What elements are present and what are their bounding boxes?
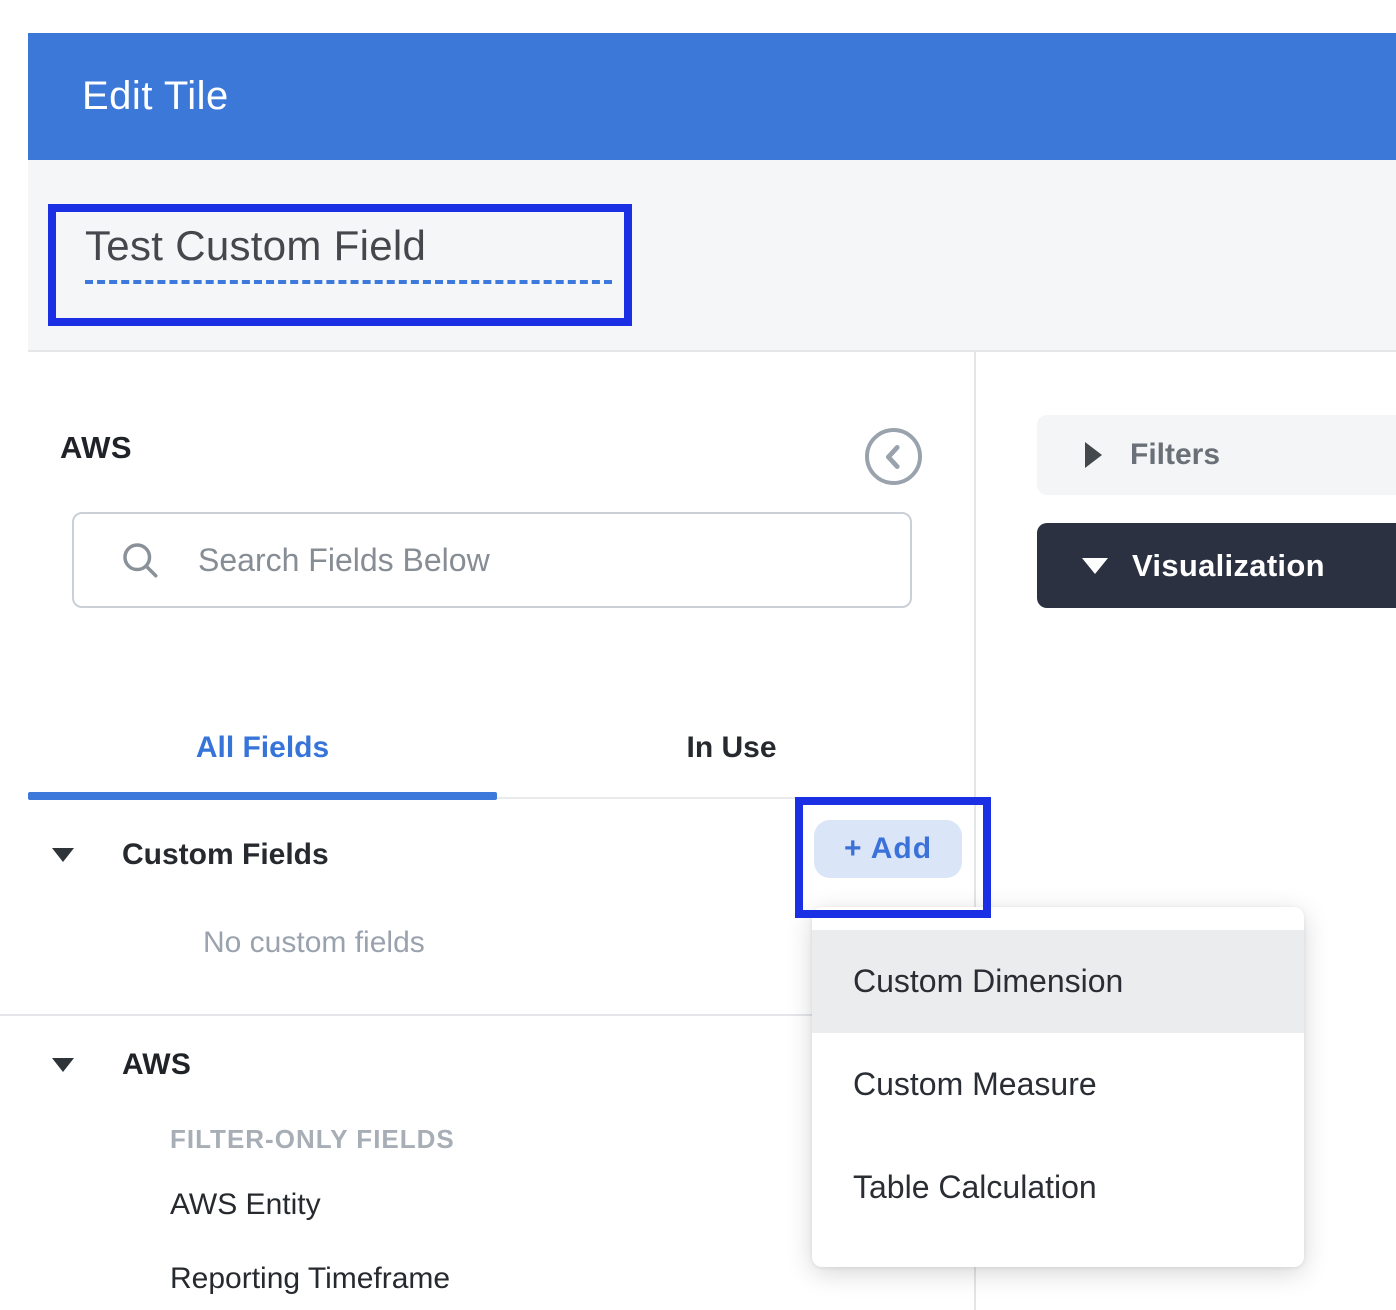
add-field-dropdown-menu: Custom Dimension Custom Measure Table Ca… — [812, 907, 1304, 1267]
caret-down-icon — [52, 848, 74, 862]
chevron-left-icon — [870, 433, 918, 481]
menu-item-custom-measure[interactable]: Custom Measure — [812, 1033, 1304, 1136]
field-search-box[interactable] — [72, 512, 912, 608]
edit-tile-dialog: Edit Tile Test Custom Field AWS All Fiel… — [0, 0, 1396, 1310]
tab-in-use[interactable]: In Use — [497, 700, 966, 796]
dialog-title: Edit Tile — [28, 74, 229, 119]
no-custom-fields-text: No custom fields — [203, 926, 425, 960]
tile-title-section: Test Custom Field — [28, 160, 1396, 352]
filters-section-bar[interactable]: Filters — [1037, 415, 1396, 495]
menu-item-custom-dimension[interactable]: Custom Dimension — [812, 930, 1304, 1033]
caret-down-icon — [52, 1058, 74, 1072]
search-input[interactable] — [198, 542, 898, 579]
custom-fields-section-header[interactable]: Custom Fields — [52, 838, 329, 872]
dialog-titlebar: Edit Tile — [28, 33, 1396, 160]
search-icon — [118, 538, 162, 582]
add-custom-field-button[interactable]: + Add — [814, 820, 962, 878]
explore-name: AWS — [60, 430, 132, 466]
caret-right-icon — [1085, 442, 1102, 468]
tab-all-fields[interactable]: All Fields — [28, 700, 497, 796]
tile-title-value[interactable]: Test Custom Field — [85, 222, 612, 270]
visualization-section-bar[interactable]: Visualization — [1037, 523, 1396, 608]
field-item-aws-entity[interactable]: AWS Entity — [170, 1188, 321, 1222]
filter-only-fields-heading: FILTER-ONLY FIELDS — [170, 1124, 455, 1155]
field-item-reporting-timeframe[interactable]: Reporting Timeframe — [170, 1262, 450, 1296]
tile-title-dashed-underline — [85, 280, 612, 284]
collapse-panel-button[interactable] — [865, 428, 922, 485]
caret-down-icon — [1082, 558, 1108, 574]
active-tab-indicator — [28, 792, 497, 800]
tile-title-input[interactable]: Test Custom Field — [85, 222, 612, 284]
menu-item-table-calculation[interactable]: Table Calculation — [812, 1136, 1304, 1239]
aws-section-header[interactable]: AWS — [52, 1048, 191, 1082]
